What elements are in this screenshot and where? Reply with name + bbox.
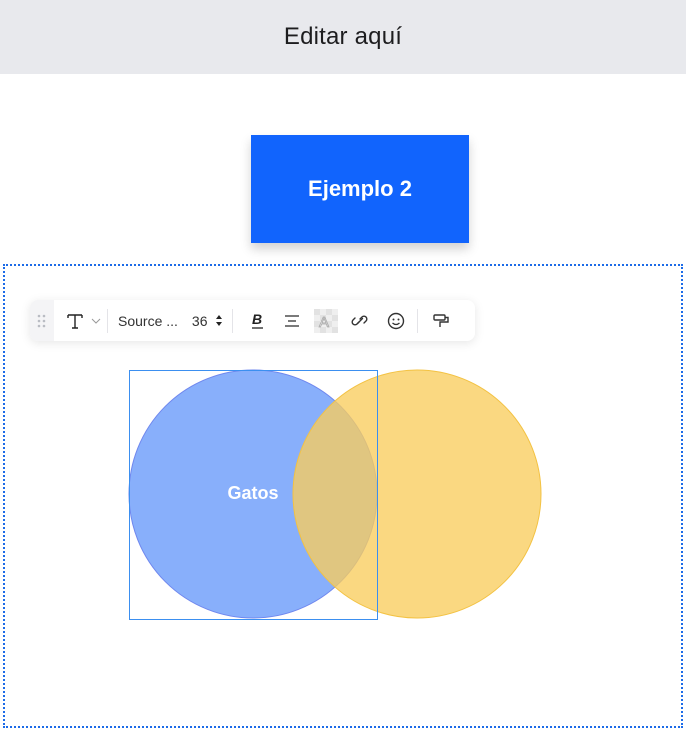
text-fill-button[interactable]: A	[313, 308, 339, 333]
emoji-icon	[387, 312, 404, 329]
chevron-down-icon	[91, 318, 101, 324]
decrease-size-icon[interactable]	[215, 322, 222, 326]
text-fill-icon: A	[313, 308, 338, 333]
toolbar-divider	[107, 308, 108, 333]
bold-button[interactable]: B	[245, 312, 271, 330]
svg-text:B: B	[252, 312, 262, 327]
drag-handle[interactable]	[30, 300, 54, 341]
venn-diagram	[128, 369, 542, 619]
text-T-icon	[67, 313, 83, 329]
svg-text:A: A	[319, 314, 329, 331]
venn-label-gatos[interactable]: Gatos	[205, 483, 301, 504]
toolbar-divider	[416, 308, 418, 333]
toolbar-divider	[231, 308, 233, 333]
link-icon	[350, 314, 368, 326]
bold-icon: B	[251, 312, 263, 329]
font-size-input[interactable]: 36	[192, 313, 208, 329]
drag-dots-icon	[37, 314, 46, 327]
font-size-stepper[interactable]	[215, 311, 222, 331]
format-painter-icon	[432, 313, 449, 327]
increase-size-icon[interactable]	[215, 315, 222, 319]
text-format-toolbar: Source ... 36 B A	[30, 300, 475, 341]
link-button[interactable]	[347, 312, 373, 330]
align-button[interactable]	[279, 314, 305, 328]
emoji-button[interactable]	[383, 312, 409, 330]
font-family-select[interactable]: Source ...	[118, 313, 178, 329]
text-type-dropdown[interactable]	[66, 312, 101, 330]
align-center-icon	[284, 314, 299, 327]
format-painter-button[interactable]	[428, 312, 454, 330]
venn-circle-right[interactable]	[292, 369, 542, 619]
